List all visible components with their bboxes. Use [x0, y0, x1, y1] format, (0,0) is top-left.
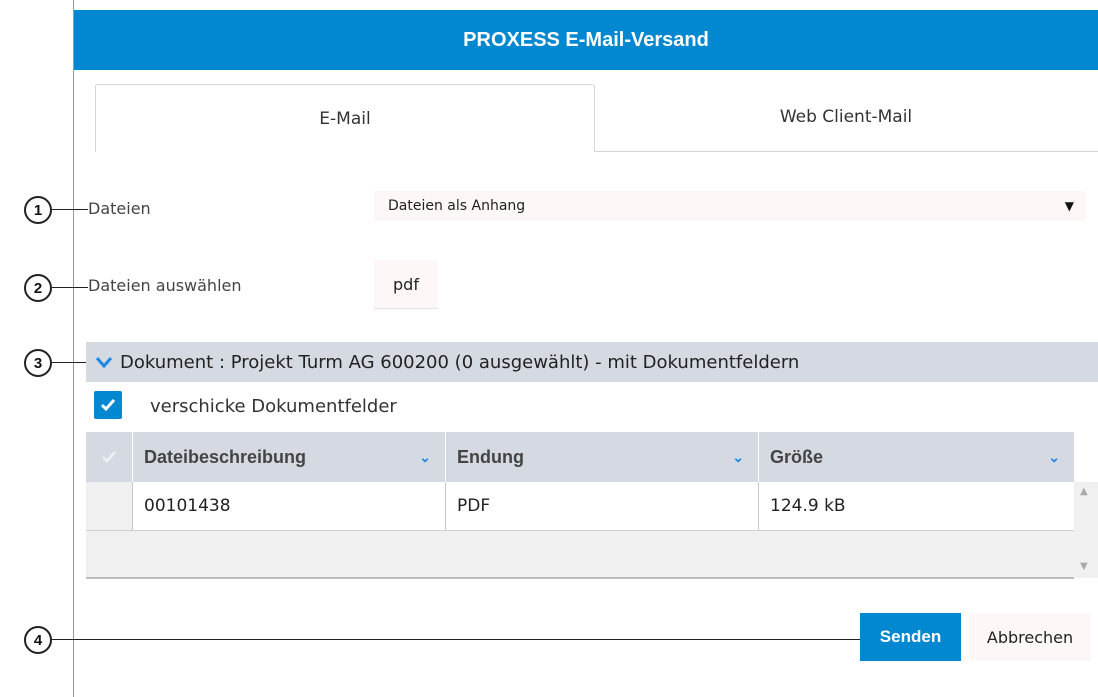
callout-2: 2 [24, 274, 52, 302]
tab-email[interactable]: E-Mail [95, 84, 595, 152]
scroll-down-icon[interactable]: ▼ [1080, 561, 1088, 572]
callout-2-leader [52, 287, 88, 288]
table-header: Dateibeschreibung ⌄ Endung ⌄ Größe ⌄ [86, 432, 1074, 482]
cell-size: 124.9 kB [770, 496, 846, 516]
send-fields-label: verschicke Dokumentfelder [150, 396, 397, 417]
select-all-checkbox[interactable] [86, 432, 132, 482]
files-label: Dateien [88, 199, 151, 218]
files-select-value: Dateien als Anhang [388, 198, 526, 214]
table-empty-area [86, 531, 1074, 579]
pdf-button[interactable]: pdf [374, 260, 438, 309]
callout-4: 4 [24, 626, 52, 654]
column-header-size[interactable]: Größe ⌄ [758, 432, 1074, 482]
column-header-extension[interactable]: Endung ⌄ [445, 432, 758, 482]
callout-1: 1 [24, 196, 52, 224]
send-fields-checkbox[interactable] [94, 391, 122, 419]
check-icon [102, 451, 116, 463]
chevron-down-icon[interactable]: ⌄ [1048, 449, 1060, 466]
tab-web-client-mail[interactable]: Web Client-Mail [594, 84, 1098, 150]
chevron-down-icon[interactable]: ⌄ [419, 449, 431, 466]
scroll-up-icon[interactable]: ▲ [1080, 486, 1088, 497]
table-scrollbar[interactable]: ▲ ▼ [1074, 482, 1098, 578]
cell-description: 00101438 [144, 496, 231, 516]
row-select-cell[interactable] [86, 482, 132, 530]
callout-4-leader [52, 639, 860, 640]
callout-3: 3 [24, 349, 52, 377]
chevron-down-icon[interactable] [95, 352, 113, 373]
choose-files-label: Dateien auswählen [88, 276, 242, 295]
send-button[interactable]: Senden [860, 613, 961, 661]
document-group-header[interactable]: Dokument : Projekt Turm AG 600200 (0 aus… [86, 342, 1098, 382]
window-title: PROXESS E-Mail-Versand [74, 10, 1098, 70]
callout-1-leader [52, 209, 88, 210]
tab-bar: E-Mail Web Client-Mail [95, 84, 1098, 152]
checkmark-icon [100, 399, 116, 412]
chevron-down-icon[interactable]: ⌄ [732, 449, 744, 466]
table-row[interactable]: 00101438 PDF 124.9 kB [86, 482, 1074, 531]
tab-divider [594, 151, 1098, 152]
document-group-title: Dokument : Projekt Turm AG 600200 (0 aus… [120, 351, 800, 373]
cell-extension: PDF [457, 496, 491, 516]
files-select[interactable]: Dateien als Anhang ▼ [374, 191, 1086, 221]
cancel-button[interactable]: Abbrechen [969, 613, 1091, 661]
left-border [73, 0, 74, 697]
dropdown-arrow-icon: ▼ [1064, 199, 1074, 213]
column-header-description[interactable]: Dateibeschreibung ⌄ [132, 432, 445, 482]
